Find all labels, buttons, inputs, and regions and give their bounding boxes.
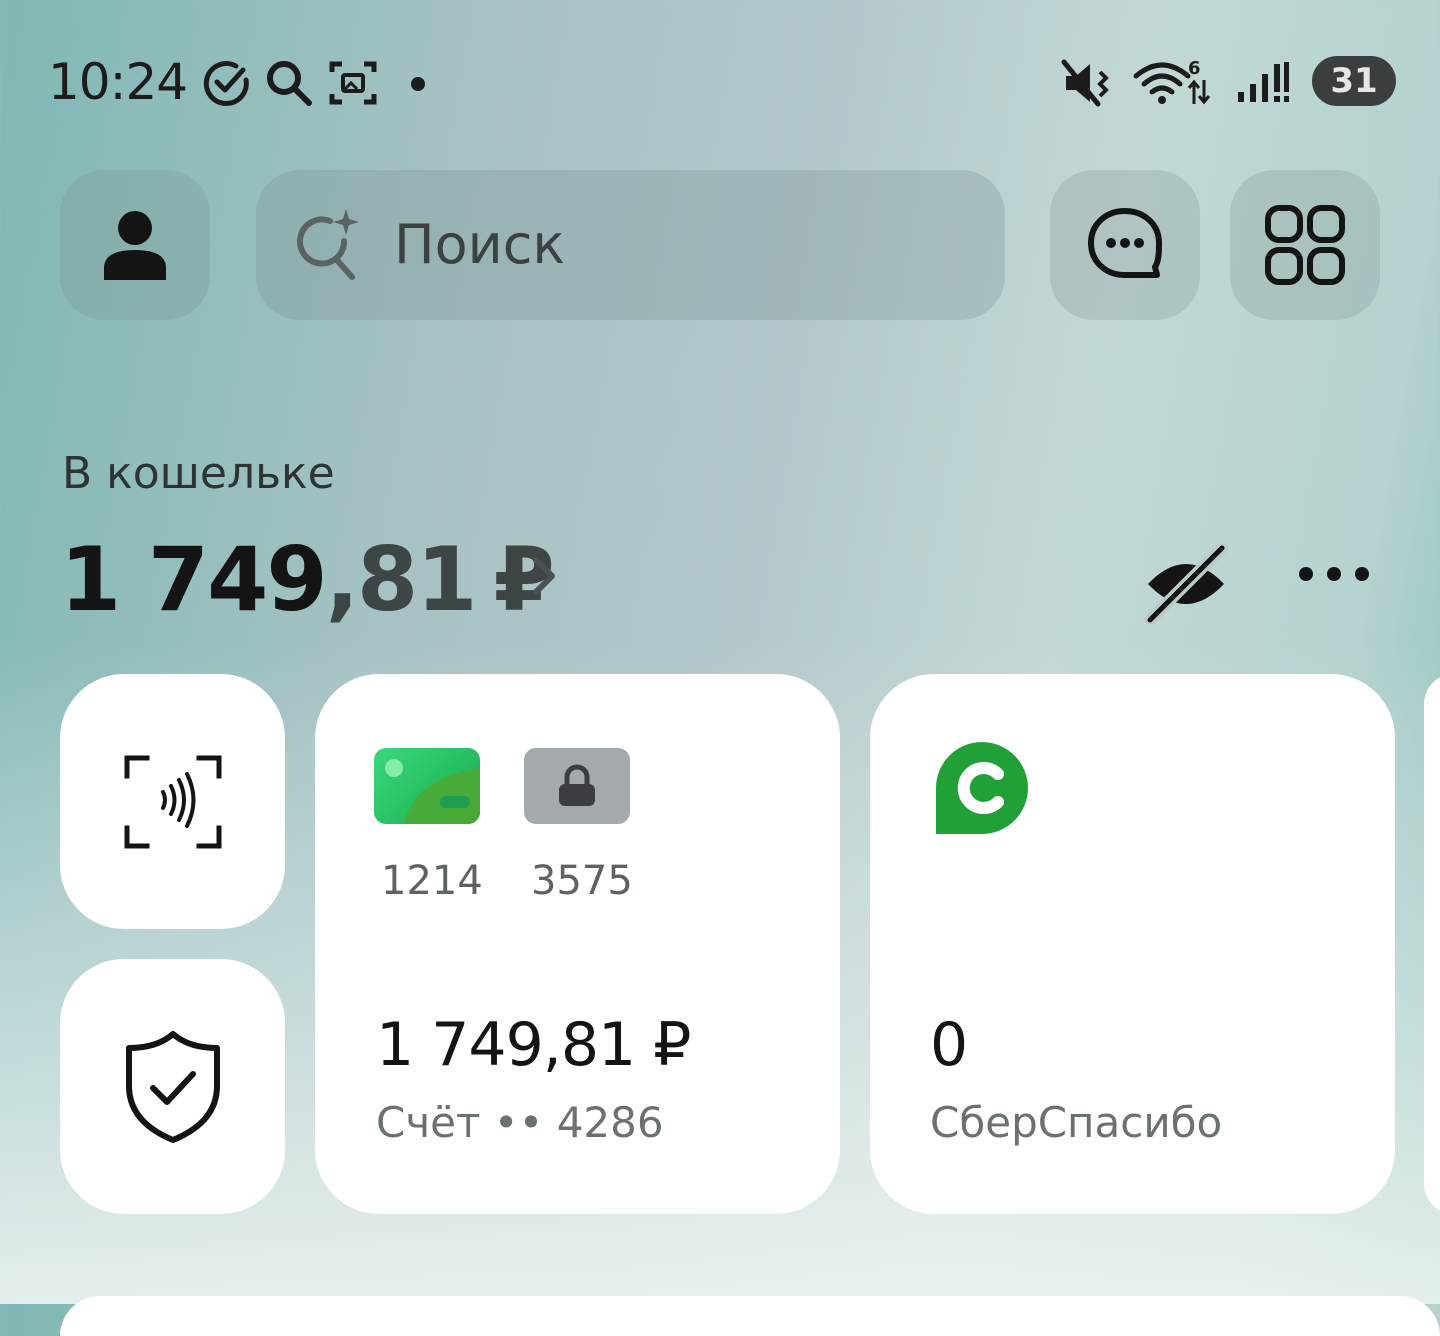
profile-button[interactable]: [60, 170, 210, 320]
signal-icon: [1238, 62, 1289, 102]
apps-grid-icon: [1265, 205, 1345, 285]
next-card-peek[interactable]: [1424, 674, 1440, 1214]
bottom-panel-peek: [60, 1296, 1440, 1336]
sberspasibo-logo-icon: [936, 742, 1028, 834]
account-label: Счёт •• 4286: [376, 1098, 664, 1147]
svg-text:6: 6: [1188, 58, 1201, 79]
balance-integer: 1 749: [60, 528, 328, 631]
blocked-card-thumbnail[interactable]: [524, 748, 630, 824]
search-bar[interactable]: Поиск: [256, 170, 1005, 320]
chevron-right-icon[interactable]: [526, 552, 562, 600]
more-options-icon[interactable]: [1296, 562, 1372, 586]
mute-icon: [1061, 59, 1109, 107]
account-amount: 1 749,81 ₽: [376, 1010, 691, 1080]
card-number-2: 3575: [531, 858, 633, 904]
lock-icon: [559, 764, 595, 806]
search-placeholder: Поиск: [394, 213, 566, 276]
status-bar: 10:24 6 31: [48, 52, 1396, 112]
contactless-scan-icon: [124, 755, 221, 848]
screenshot-icon: [329, 61, 377, 105]
ai-search-icon: [297, 209, 359, 280]
shield-check-icon: [125, 1030, 220, 1143]
contactless-pay-button[interactable]: [60, 674, 285, 929]
debit-card-thumbnail[interactable]: [374, 748, 480, 824]
status-time: 10:24: [48, 53, 188, 111]
balance-fraction: ,81: [325, 528, 478, 631]
wallet-balance[interactable]: 1 749,81 ₽: [60, 528, 555, 631]
check-circle-icon: [203, 61, 249, 106]
hide-balance-icon[interactable]: [1144, 544, 1228, 624]
search-icon: [267, 61, 312, 106]
notification-dot: [411, 77, 425, 91]
apps-button[interactable]: [1230, 170, 1380, 320]
sberspasibo-amount: 0: [930, 1010, 968, 1080]
card-number-1: 1214: [381, 858, 483, 904]
card-pattern-icon: [385, 759, 480, 824]
battery-indicator: 31: [1312, 56, 1396, 106]
chat-button[interactable]: [1050, 170, 1200, 320]
chat-icon: [1088, 208, 1162, 278]
security-button[interactable]: [60, 959, 285, 1214]
sberspasibo-label: СберСпасибо: [930, 1098, 1223, 1147]
profile-icon: [104, 211, 166, 280]
wifi-icon: 6: [1133, 58, 1211, 105]
wallet-title: В кошельке: [62, 448, 335, 499]
